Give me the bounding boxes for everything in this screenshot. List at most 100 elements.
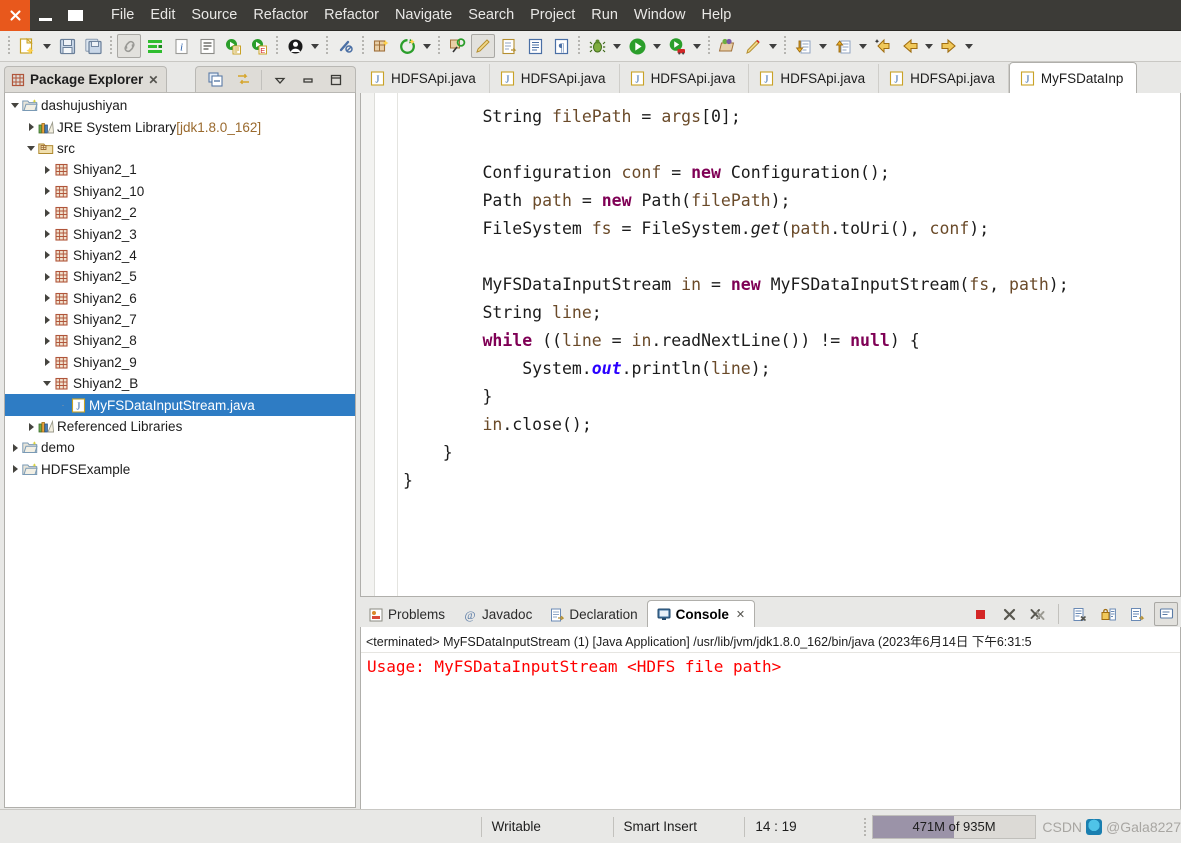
outline-icon[interactable] (195, 34, 219, 58)
new-wizard-icon[interactable] (15, 34, 39, 58)
run-java-icon[interactable] (221, 34, 245, 58)
tree-item[interactable]: Shiyan2_B (5, 373, 355, 394)
chevron-right-icon[interactable] (41, 230, 53, 239)
close-icon[interactable]: ✕ (148, 73, 158, 87)
chevron-down-icon[interactable] (41, 381, 53, 387)
minimize-window-button[interactable] (30, 0, 60, 31)
chevron-right-icon[interactable] (41, 165, 53, 174)
tree-item[interactable]: Shiyan2_3 (5, 223, 355, 244)
link-icon[interactable] (117, 34, 141, 58)
menu-run[interactable]: Run (583, 4, 626, 26)
tree-item[interactable]: JRE System Library [jdk1.8.0_162] (5, 116, 355, 137)
tree-item[interactable]: Referenced Libraries (5, 416, 355, 437)
forward-icon[interactable] (937, 34, 961, 58)
menu-file[interactable]: File (103, 4, 142, 26)
chevron-right-icon[interactable] (25, 123, 37, 132)
build-icon[interactable] (143, 34, 167, 58)
tree-item[interactable]: dashujushiyan (5, 95, 355, 116)
maximize-window-button[interactable] (60, 0, 90, 31)
code-editor[interactable]: String filePath = args[0]; Configuration… (360, 93, 1181, 597)
save-all-icon[interactable] (81, 34, 105, 58)
tree-item-selected[interactable]: · J MyFSDataInputStream.java (5, 394, 355, 416)
step-into-dropdown-icon[interactable] (816, 34, 830, 58)
chevron-right-icon[interactable] (9, 443, 21, 452)
console-tab-problems[interactable]: Problems (360, 602, 454, 627)
chevron-right-icon[interactable] (41, 272, 53, 281)
remove-launch-icon[interactable] (997, 602, 1021, 626)
prev-annotation-icon[interactable] (871, 34, 895, 58)
open-perspective-icon[interactable] (715, 34, 739, 58)
remove-all-launches-icon[interactable] (1026, 602, 1050, 626)
step-out-dropdown-icon[interactable] (856, 34, 870, 58)
chevron-right-icon[interactable] (41, 336, 53, 345)
pilcrow-icon[interactable]: ¶ (549, 34, 573, 58)
user-dropdown-icon[interactable] (308, 34, 322, 58)
tree-item[interactable]: HDFSExample (5, 459, 355, 480)
refresh-icon[interactable] (395, 34, 419, 58)
tree-item[interactable]: Shiyan2_10 (5, 181, 355, 202)
run-server-icon[interactable] (665, 34, 689, 58)
step-into-icon[interactable] (791, 34, 815, 58)
heap-status-monitor[interactable]: 471M of 935M (871, 814, 1037, 839)
tree-item[interactable]: Shiyan2_9 (5, 352, 355, 373)
chevron-right-icon[interactable] (41, 358, 53, 367)
back-icon[interactable] (897, 34, 921, 58)
package-explorer-tree[interactable]: dashujushiyan JRE System Library [jdk1.8.… (4, 92, 356, 808)
close-window-button[interactable] (0, 0, 30, 31)
console-tab-declaration[interactable]: Declaration (541, 602, 646, 627)
tree-item[interactable]: Shiyan2_4 (5, 245, 355, 266)
run-dropdown-icon[interactable] (650, 34, 664, 58)
forward-dropdown-icon[interactable] (962, 34, 976, 58)
chevron-right-icon[interactable] (41, 294, 53, 303)
editor-tab-active[interactable]: J MyFSDataInp (1008, 62, 1138, 93)
quick-access-icon[interactable] (445, 34, 469, 58)
no-marker-icon[interactable] (333, 34, 357, 58)
run-error-icon[interactable]: E (247, 34, 271, 58)
view-menu-icon[interactable] (268, 68, 292, 92)
menu-navigate[interactable]: Navigate (387, 4, 460, 26)
edit-dropdown-icon[interactable] (766, 34, 780, 58)
menu-source[interactable]: Source (183, 4, 245, 26)
tree-item[interactable]: Shiyan2_5 (5, 266, 355, 287)
pencil-icon[interactable] (471, 34, 495, 58)
menu-refactor-1[interactable]: Refactor (245, 4, 316, 26)
menu-window[interactable]: Window (626, 4, 694, 26)
minimize-icon[interactable] (296, 68, 320, 92)
chevron-right-icon[interactable] (41, 315, 53, 324)
status-drag-handle[interactable] (863, 817, 866, 836)
maximize-icon[interactable] (324, 68, 348, 92)
chevron-right-icon[interactable] (9, 465, 21, 474)
refresh-dropdown-icon[interactable] (420, 34, 434, 58)
menu-refactor-2[interactable]: Refactor (316, 4, 387, 26)
console-tab-console[interactable]: Console ✕ (646, 600, 756, 627)
chevron-down-icon[interactable] (9, 103, 21, 109)
chevron-right-icon[interactable] (41, 187, 53, 196)
editor-folding-margin[interactable] (376, 93, 398, 596)
menu-search[interactable]: Search (460, 4, 522, 26)
menu-help[interactable]: Help (693, 4, 739, 26)
new-wizard-dropdown-icon[interactable] (40, 34, 54, 58)
tree-item[interactable]: Shiyan2_2 (5, 202, 355, 223)
new-package-icon[interactable] (369, 34, 393, 58)
run-server-dropdown-icon[interactable] (690, 34, 704, 58)
tab-package-explorer[interactable]: Package Explorer ✕ (4, 66, 168, 92)
editor-tab[interactable]: J HDFSApi.java (620, 64, 750, 93)
chevron-right-icon[interactable] (41, 251, 53, 260)
back-dropdown-icon[interactable] (922, 34, 936, 58)
edit-icon[interactable] (741, 34, 765, 58)
collapse-all-icon[interactable] (203, 68, 227, 92)
menu-edit[interactable]: Edit (142, 4, 183, 26)
chevron-down-icon[interactable] (25, 145, 37, 151)
tree-item[interactable]: Shiyan2_6 (5, 288, 355, 309)
menu-project[interactable]: Project (522, 4, 583, 26)
debug-icon[interactable] (585, 34, 609, 58)
debug-dropdown-icon[interactable] (610, 34, 624, 58)
editor-tab[interactable]: J HDFSApi.java (490, 64, 620, 93)
user-icon[interactable] (283, 34, 307, 58)
terminate-icon[interactable] (968, 602, 992, 626)
editor-tab[interactable]: J HDFSApi.java (360, 64, 490, 93)
editor-tab[interactable]: J HDFSApi.java (879, 64, 1009, 93)
chevron-right-icon[interactable] (25, 422, 37, 431)
console-tab-javadoc[interactable]: @ Javadoc (454, 602, 541, 627)
pin-console-icon[interactable] (1125, 602, 1149, 626)
